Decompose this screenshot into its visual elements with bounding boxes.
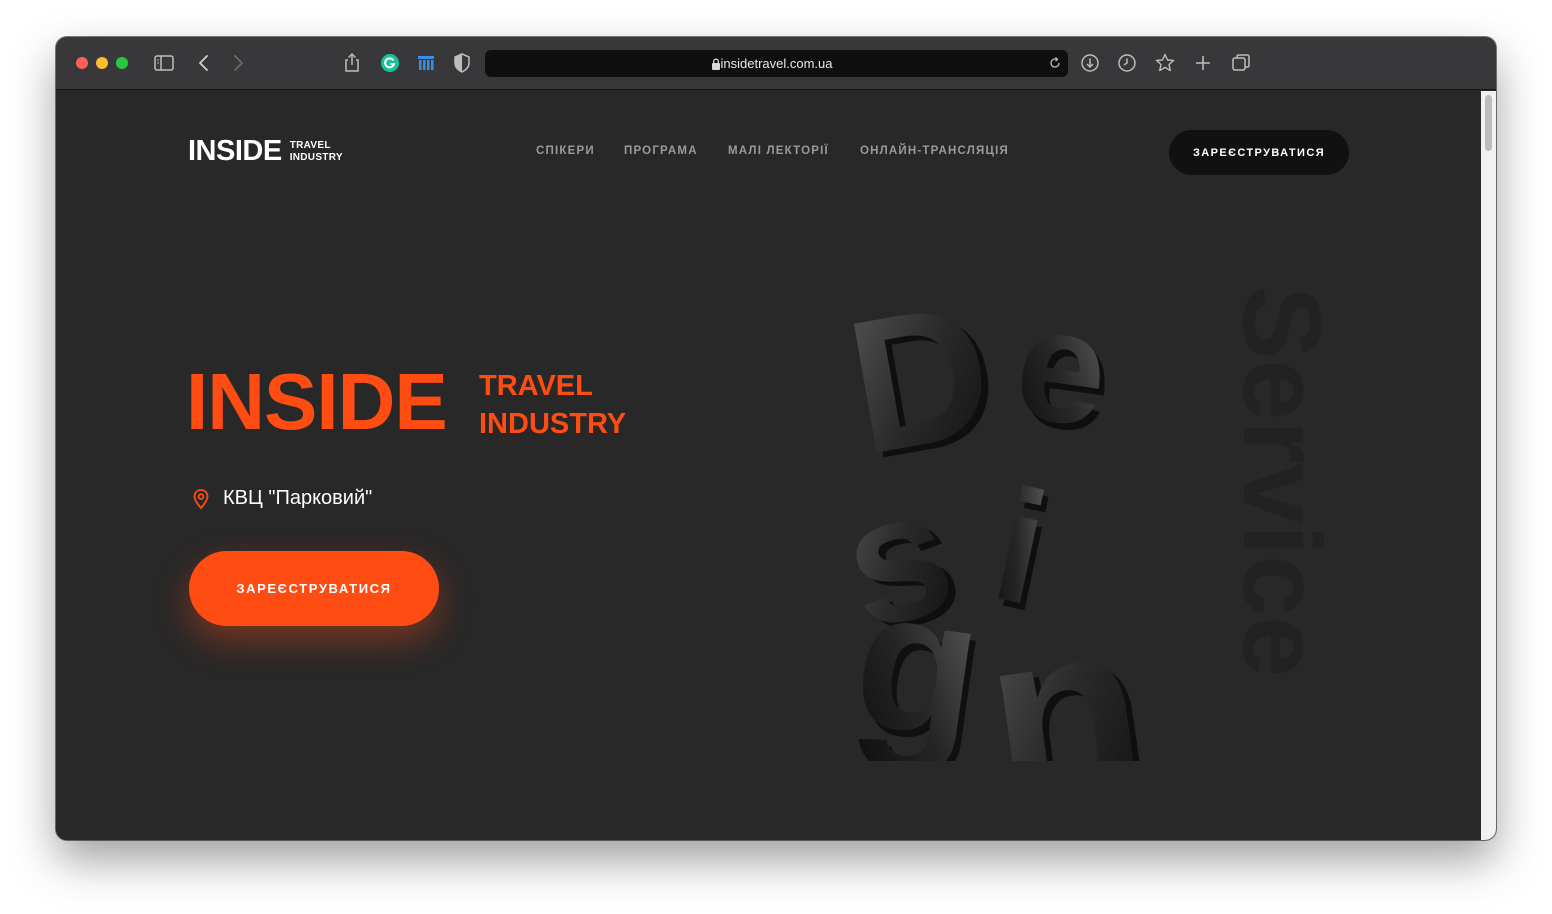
reload-icon[interactable] <box>1048 56 1062 70</box>
bookmark-star-icon[interactable] <box>1153 51 1177 75</box>
hero-register-button[interactable]: ЗАРЕЄСТРУВАТИСЯ <box>189 551 439 626</box>
library-icon[interactable] <box>414 51 438 75</box>
minimize-window-button[interactable] <box>96 57 108 69</box>
history-icon[interactable] <box>1115 51 1139 75</box>
tabs-overview-icon[interactable] <box>1229 51 1253 75</box>
nav-link-small-lectures[interactable]: МАЛІ ЛЕКТОРІЇ <box>728 145 829 157</box>
nav-link-program[interactable]: ПРОГРАМА <box>624 145 698 157</box>
artwork-main-word: D D e e s s i i g g n n <box>826 262 1167 761</box>
svg-text:n: n <box>970 564 1160 761</box>
hero-subtitle: TRAVEL INDUSTRY <box>479 367 626 443</box>
nav-link-online-stream[interactable]: ОНЛАЙН-ТРАНСЛЯЦІЯ <box>860 145 1009 157</box>
location-pin-icon <box>190 488 212 510</box>
address-url: insidetravel.com.ua <box>720 56 833 71</box>
design-service-artwork: Service D D e e s s i i g g n n <box>826 241 1386 761</box>
event-location: КВЦ "Парковий" <box>190 487 372 510</box>
hero-subtitle-line-2: INDUSTRY <box>479 408 627 440</box>
web-page: INSIDE TRAVEL INDUSTRY СПІКЕРИ ПРОГРАМА … <box>56 91 1481 840</box>
forward-arrow-icon[interactable] <box>226 51 250 75</box>
artwork-side-word: Service <box>1220 286 1343 677</box>
zoom-window-button[interactable] <box>116 57 128 69</box>
download-icon[interactable] <box>1078 51 1102 75</box>
scrollbar-thumb[interactable] <box>1485 95 1492 151</box>
location-text: КВЦ "Парковий" <box>223 487 373 509</box>
page-scrollbar[interactable] <box>1481 91 1496 840</box>
logo-line-1: TRAVEL <box>289 139 331 151</box>
browser-toolbar: insidetravel.com.ua <box>56 37 1496 90</box>
shield-icon[interactable] <box>450 51 474 75</box>
sidebar-icon[interactable] <box>152 51 176 75</box>
hero-title: INSIDE <box>186 357 448 446</box>
logo-line-2: INDUSTRY <box>289 151 343 163</box>
grammarly-icon[interactable] <box>378 51 402 75</box>
header-register-button[interactable]: ЗАРЕЄСТРУВАТИСЯ <box>1169 130 1349 175</box>
new-tab-icon[interactable] <box>1191 51 1215 75</box>
share-icon[interactable] <box>340 51 364 75</box>
back-arrow-icon[interactable] <box>192 51 216 75</box>
nav-link-speakers[interactable]: СПІКЕРИ <box>536 145 595 157</box>
site-logo[interactable]: INSIDE TRAVEL INDUSTRY <box>188 135 343 168</box>
browser-window: insidetravel.com.ua INSIDE TRAVEL INDUST… <box>56 37 1496 840</box>
close-window-button[interactable] <box>76 57 88 69</box>
address-bar[interactable]: insidetravel.com.ua <box>485 50 1068 77</box>
logo-main-text: INSIDE <box>188 135 282 167</box>
logo-subtext: TRAVEL INDUSTRY <box>290 140 343 164</box>
hero-subtitle-line-1: TRAVEL <box>479 370 593 402</box>
